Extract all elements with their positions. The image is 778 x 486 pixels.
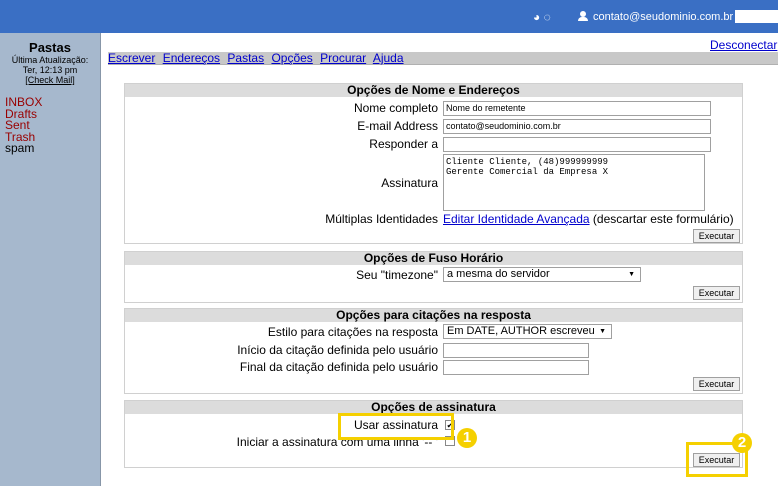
quote-style-label: Estilo para citações na resposta bbox=[267, 325, 438, 339]
highlight-box-1 bbox=[338, 413, 454, 440]
chevron-down-icon: ▼ bbox=[628, 271, 635, 278]
nav-search[interactable]: Procurar bbox=[320, 51, 366, 65]
nav-options[interactable]: Opções bbox=[271, 51, 312, 65]
step-badge-1: 1 bbox=[457, 428, 477, 448]
chevron-down-icon: ▼ bbox=[599, 328, 606, 335]
folder-list: INBOX Drafts Sent Trash spam bbox=[5, 96, 42, 155]
quote-end-label: Final da citação definida pelo usuário bbox=[239, 360, 438, 374]
signature-line-1: Cliente Cliente, (48)999999999 bbox=[446, 157, 609, 167]
last-update-label: Última Atualização: bbox=[11, 55, 89, 65]
full-name-field[interactable]: Nome do remetente bbox=[443, 101, 711, 116]
signature-label: Assinatura bbox=[381, 176, 438, 190]
timezone-panel: Opções de Fuso Horário Seu "timezone" a … bbox=[124, 251, 743, 303]
timezone-label: Seu "timezone" bbox=[356, 268, 438, 282]
full-name-label: Nome completo bbox=[353, 101, 438, 115]
nav-bar: Escrever Endereços Pastas Opções Procura… bbox=[108, 52, 778, 65]
names-submit-button[interactable]: Executar bbox=[693, 229, 740, 243]
quote-style-select[interactable]: Em DATE, AUTHOR escreveu ▼ bbox=[443, 324, 612, 339]
step-badge-2: 2 bbox=[732, 433, 752, 453]
quote-panel: Opções para citações na resposta Estilo … bbox=[124, 308, 743, 394]
timezone-submit-button[interactable]: Executar bbox=[693, 286, 740, 300]
quote-panel-title: Opções para citações na resposta bbox=[125, 309, 742, 322]
nav-help[interactable]: Ajuda bbox=[373, 51, 404, 65]
user-icon bbox=[578, 11, 588, 21]
nav-addresses[interactable]: Endereços bbox=[163, 51, 220, 65]
reply-to-label: Responder a bbox=[369, 137, 438, 151]
email-field[interactable]: contato@seudominio.com.br bbox=[443, 119, 711, 134]
quote-end-field[interactable] bbox=[443, 360, 589, 375]
user-menu[interactable]: contato@seudominio.com.br ▾ bbox=[578, 10, 742, 23]
sidebar-title: Pastas bbox=[29, 40, 71, 55]
multi-identities-label: Múltiplas Identidades bbox=[325, 212, 438, 226]
status-icons[interactable]: ◕ ◌ bbox=[533, 10, 551, 24]
quote-submit-button[interactable]: Executar bbox=[693, 377, 740, 391]
check-mail-link[interactable]: [Check Mail] bbox=[0, 75, 100, 85]
timezone-value: a mesma do servidor bbox=[447, 268, 550, 280]
signature-textarea[interactable]: Cliente Cliente, (48)999999999 Gerente C… bbox=[443, 154, 705, 211]
edit-identity-link[interactable]: Editar Identidade Avançada bbox=[443, 212, 590, 226]
timezone-select[interactable]: a mesma do servidor ▼ bbox=[443, 267, 641, 282]
quote-style-value: Em DATE, AUTHOR escreveu bbox=[447, 325, 595, 337]
top-bar: ◕ ◌ contato@seudominio.com.br ▾ bbox=[0, 0, 778, 33]
nav-compose[interactable]: Escrever bbox=[108, 51, 155, 65]
email-label: E-mail Address bbox=[357, 119, 438, 133]
multi-identities-note: (descartar este formulário) bbox=[592, 212, 734, 226]
quote-start-label: Início da citação definida pelo usuário bbox=[237, 343, 438, 357]
signature-line-2: Gerente Comercial da Empresa X bbox=[446, 167, 609, 177]
reply-to-field[interactable] bbox=[443, 137, 711, 152]
last-update-time: Ter, 12:13 pm bbox=[22, 65, 78, 75]
search-input[interactable] bbox=[735, 10, 778, 23]
names-panel: Opções de Nome e Endereços Nome completo… bbox=[124, 83, 743, 244]
nav-folders[interactable]: Pastas bbox=[227, 51, 264, 65]
quote-start-field[interactable] bbox=[443, 343, 589, 358]
user-email[interactable]: contato@seudominio.com.br ▾ bbox=[593, 11, 742, 23]
names-panel-title: Opções de Nome e Endereços bbox=[125, 84, 742, 97]
folder-spam[interactable]: spam bbox=[5, 142, 42, 155]
disconnect-link[interactable]: Desconectar bbox=[710, 38, 777, 52]
sidebar: Pastas Última Atualização: Ter, 12:13 pm… bbox=[0, 33, 101, 486]
timezone-panel-title: Opções de Fuso Horário bbox=[125, 252, 742, 265]
multi-identities-row: Editar Identidade Avançada (descartar es… bbox=[443, 212, 734, 226]
